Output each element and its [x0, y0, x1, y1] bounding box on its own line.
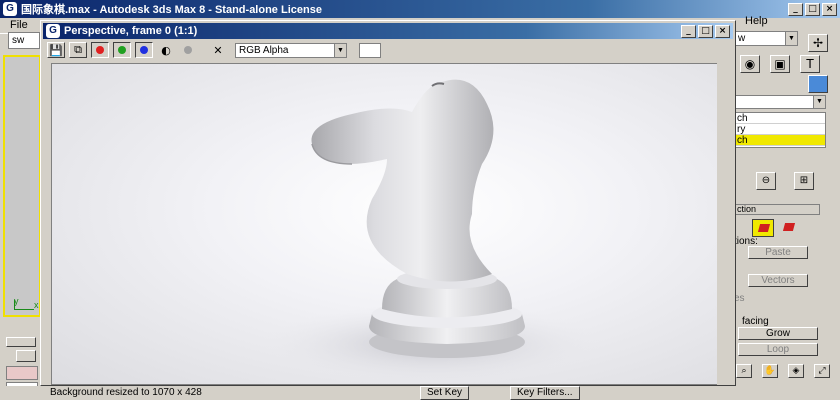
status-prompt-text: Background resized to 1070 x 428 — [50, 387, 202, 398]
frame-close-button[interactable]: × — [715, 24, 730, 38]
clear-button[interactable]: ✕ — [209, 42, 227, 58]
frame-toolbar: 💾 ⧉ ◐ ✕ RGB Alpha ▼ — [43, 40, 733, 60]
orbit-icon[interactable]: ◈ — [788, 364, 804, 378]
main-minimize-button[interactable]: _ — [788, 2, 803, 16]
selection-rollout-header[interactable]: ction — [734, 204, 820, 215]
red-channel-toggle[interactable] — [91, 42, 109, 58]
selection-filter-combo[interactable]: sw — [8, 32, 40, 49]
viewport-nav-controls: ⌕ ✋ ◈ ⤢ — [736, 364, 836, 400]
modifier-stack-item[interactable]: ch — [735, 113, 825, 124]
polygon-subobject-icon[interactable] — [752, 219, 774, 237]
maximize-viewport-icon[interactable]: ⤢ — [814, 364, 830, 378]
main-window-title: 国际象棋.max - Autodesk 3ds Max 8 - Stand-al… — [21, 4, 322, 16]
app-logo-icon: G — [3, 2, 17, 16]
zoom-icon[interactable]: ⌕ — [736, 364, 752, 378]
alpha-channel-toggle[interactable]: ◐ — [157, 42, 175, 58]
timeslider-button[interactable] — [6, 337, 36, 347]
main-maximize-button[interactable]: □ — [805, 2, 820, 16]
grow-button[interactable]: Grow — [738, 327, 818, 340]
utilities-hammer-icon[interactable]: T — [800, 55, 820, 73]
display-channel-select[interactable]: RGB Alpha ▼ — [235, 42, 347, 58]
clone-window-button[interactable]: ⧉ — [69, 42, 87, 58]
polygon-red-icon — [757, 224, 771, 232]
main-title-bar: G 国际象棋.max - Autodesk 3ds Max 8 - Stand-… — [0, 0, 840, 18]
main-close-button[interactable]: × — [822, 2, 837, 16]
key-filters-button[interactable]: Key Filters... — [510, 386, 580, 400]
track-view-icon[interactable] — [16, 350, 36, 362]
reference-coord-value: w — [738, 33, 746, 44]
pan-hand-icon[interactable]: ✋ — [762, 364, 778, 378]
rendered-frame-window: G Perspective, frame 0 (1:1) _ □ × 💾 ⧉ ◐… — [40, 20, 736, 386]
remove-modifier-icon[interactable]: ⊖ — [756, 172, 776, 190]
close-x-icon: ✕ — [213, 43, 223, 57]
element-cube-icon[interactable] — [782, 223, 796, 231]
rendered-image — [51, 63, 725, 385]
object-color-swatch[interactable] — [808, 75, 828, 93]
frame-title-bar[interactable]: G Perspective, frame 0 (1:1) _ □ × — [43, 23, 733, 39]
red-channel-icon — [96, 46, 104, 54]
save-image-button[interactable]: 💾 — [47, 42, 65, 58]
axis-x-label: x — [34, 300, 39, 310]
set-key-button[interactable]: Set Key — [420, 386, 470, 400]
paste-button[interactable]: Paste — [748, 246, 808, 259]
clone-window-icon: ⧉ — [74, 43, 82, 56]
modifier-stack-item-selected[interactable]: ch — [735, 135, 825, 146]
chevron-down-icon: ▼ — [785, 32, 797, 45]
backfacing-label: facing — [742, 316, 769, 327]
render-canvas-frame — [51, 63, 727, 385]
frame-vertical-scrollbar[interactable] — [717, 63, 727, 385]
configure-sets-icon[interactable]: ⊞ — [794, 172, 814, 190]
menu-help[interactable]: Help — [745, 15, 768, 27]
frame-logo-icon: G — [46, 24, 60, 38]
render-scene-icon[interactable]: ▣ — [770, 55, 790, 73]
knight-head-neck — [311, 79, 494, 282]
floppy-disk-icon: 💾 — [49, 43, 63, 57]
active-viewport[interactable] — [3, 55, 41, 317]
chevron-down-icon: ▼ — [334, 43, 346, 57]
listener-pink-field[interactable] — [6, 366, 38, 380]
loop-button[interactable]: Loop — [738, 343, 818, 356]
pixel-color-swatch — [359, 42, 381, 58]
mono-dot-icon — [184, 46, 192, 54]
modifier-list-dropdown[interactable]: ▼ — [734, 95, 826, 109]
frame-maximize-button[interactable]: □ — [698, 24, 713, 38]
frame-minimize-button[interactable]: _ — [681, 24, 696, 38]
menu-file[interactable]: File — [10, 19, 28, 31]
main-window-controls: _ □ × — [788, 2, 837, 16]
snap-toggle-icon[interactable]: ✢ — [808, 34, 828, 52]
green-channel-toggle[interactable] — [113, 42, 131, 58]
vectors-button[interactable]: Vectors — [748, 274, 808, 287]
half-circle-icon: ◐ — [161, 43, 171, 57]
monochrome-toggle[interactable] — [179, 42, 197, 58]
blue-channel-toggle[interactable] — [135, 42, 153, 58]
frame-window-controls: _ □ × — [681, 24, 730, 38]
chess-knight-render — [262, 79, 602, 384]
frame-window-title: Perspective, frame 0 (1:1) — [64, 25, 198, 37]
blue-channel-icon — [140, 46, 148, 54]
chevron-down-icon: ▼ — [813, 96, 825, 108]
axis-y-label: y — [14, 296, 19, 306]
channel-select-value: RGB Alpha — [239, 44, 289, 56]
reference-coord-combo[interactable]: w ▼ — [734, 31, 798, 46]
display-tab-icon[interactable]: ◉ — [740, 55, 760, 73]
green-channel-icon — [118, 46, 126, 54]
modifier-stack-item[interactable]: ry — [735, 124, 825, 135]
modifier-stack-list[interactable]: ch ry ch — [734, 112, 826, 148]
